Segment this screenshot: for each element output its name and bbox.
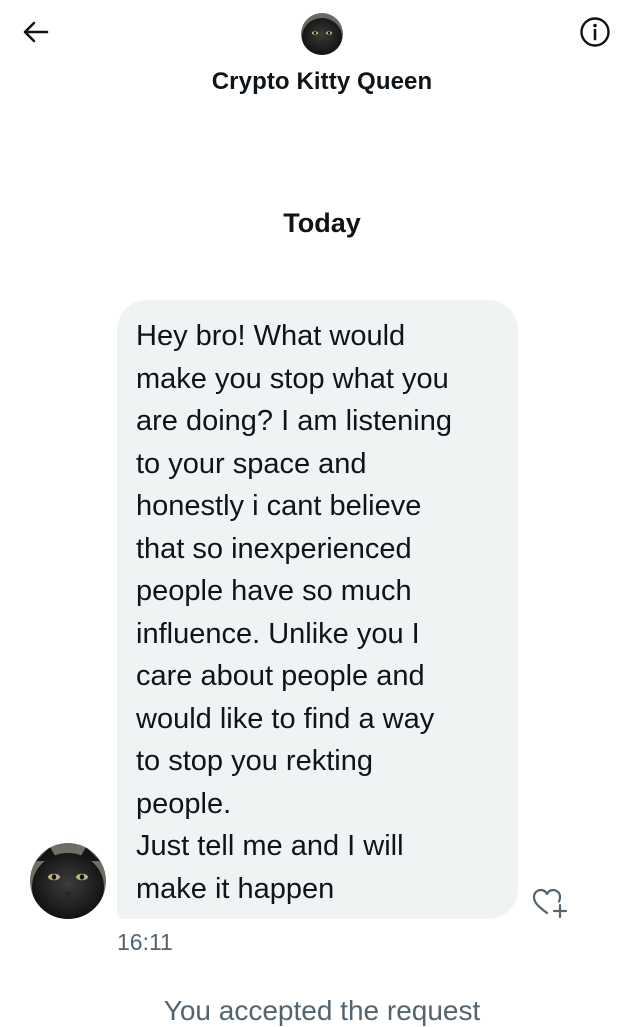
- message-text: Hey bro! What would make you stop what y…: [136, 320, 452, 905]
- back-button[interactable]: [18, 16, 54, 52]
- message-bubble[interactable]: Hey bro! What would make you stop what y…: [117, 300, 518, 919]
- black-cat-avatar-image: [30, 843, 106, 919]
- black-cat-avatar-image: [301, 13, 343, 55]
- contact-name[interactable]: Crypto Kitty Queen: [0, 68, 644, 96]
- add-reaction-button[interactable]: [530, 884, 568, 920]
- message-timestamp: 16:11: [117, 929, 173, 955]
- system-message: You accepted the request: [163, 995, 481, 1026]
- date-divider: Today: [283, 208, 361, 238]
- info-button[interactable]: [577, 16, 613, 52]
- heart-plus-icon: [530, 888, 568, 924]
- contact-avatar[interactable]: [301, 13, 343, 55]
- info-circle-icon: [579, 16, 611, 53]
- sender-avatar[interactable]: [30, 843, 106, 919]
- arrow-left-icon: [21, 17, 51, 52]
